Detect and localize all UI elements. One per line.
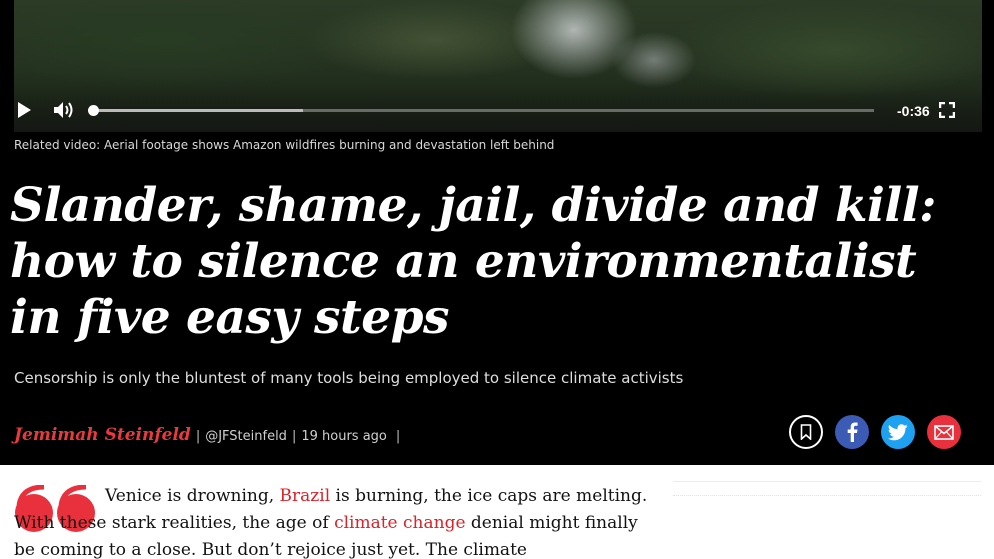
article-standfirst: Censorship is only the bluntest of many … xyxy=(14,369,684,387)
brazil-link[interactable]: Brazil xyxy=(280,486,331,506)
article-body: Venice is drowning, Brazil is burning, t… xyxy=(0,465,994,559)
article-headline: Slander, shame, jail, divide and kill: h… xyxy=(10,178,936,345)
twitter-share-button[interactable] xyxy=(881,415,915,449)
twitter-handle-link[interactable]: @JFSteinfeld xyxy=(205,429,287,444)
facebook-icon xyxy=(847,422,858,442)
email-share-button[interactable] xyxy=(927,415,961,449)
bookmark-icon xyxy=(800,424,812,440)
bookmark-button[interactable] xyxy=(789,415,823,449)
byline-separator: | xyxy=(195,429,201,444)
facebook-share-button[interactable] xyxy=(835,415,869,449)
sidebar-divider xyxy=(673,481,981,482)
publish-time: 19 hours ago xyxy=(301,429,387,444)
volume-icon[interactable] xyxy=(52,100,76,120)
author-link[interactable]: Jemimah Steinfeld xyxy=(14,425,191,445)
play-icon[interactable] xyxy=(14,100,34,120)
fullscreen-icon[interactable] xyxy=(937,100,957,120)
time-remaining: -0:36 xyxy=(897,103,930,119)
sidebar-placeholder xyxy=(673,495,981,497)
twitter-icon xyxy=(888,423,908,440)
byline: Jemimah Steinfeld | @JFSteinfeld | 19 ho… xyxy=(14,425,405,445)
scrubber-handle[interactable] xyxy=(88,105,99,116)
article-first-paragraph: Venice is drowning, Brazil is burning, t… xyxy=(14,483,654,559)
byline-separator: | xyxy=(395,429,401,444)
video-scrubber[interactable] xyxy=(88,105,874,116)
body-text: Venice is drowning, xyxy=(105,486,280,506)
video-caption: Related video: Aerial footage shows Amaz… xyxy=(14,138,555,152)
climate-change-link[interactable]: climate change xyxy=(334,513,465,533)
video-player[interactable] xyxy=(14,0,982,132)
email-icon xyxy=(934,424,954,440)
buffered-bar xyxy=(92,109,304,112)
byline-separator: | xyxy=(291,429,297,444)
